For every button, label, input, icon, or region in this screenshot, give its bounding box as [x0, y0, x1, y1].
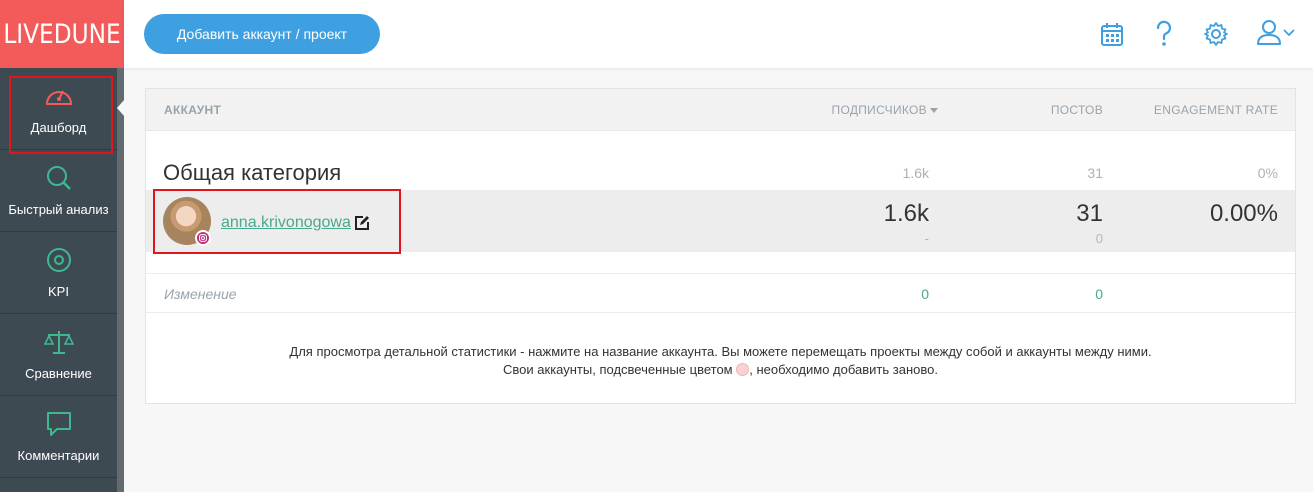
sidebar-item-comparison[interactable]: Сравнение	[0, 314, 117, 396]
sidebar-item-label: Сравнение	[25, 366, 92, 381]
sidebar-nav: Дашборд Быстрый анализ KPI Сравнение Ком…	[0, 68, 117, 478]
scales-icon	[43, 328, 75, 366]
category-subscribers: 1.6k	[902, 165, 929, 181]
change-label: Изменение	[164, 286, 237, 302]
account-posts-change: 0	[1095, 231, 1103, 246]
gear-icon[interactable]	[1202, 20, 1230, 48]
accounts-table-card: АККАУНТ ПОДПИСЧИКОВ ПОСТОВ ENGAGEMENT RA…	[145, 88, 1296, 404]
sidebar-item-label: KPI	[48, 284, 69, 299]
change-subscribers: 0	[921, 286, 929, 302]
active-pointer	[117, 99, 125, 117]
logo[interactable]: LIVEDUNE	[3, 0, 121, 68]
account-engagement: 0.00%	[1209, 200, 1278, 227]
search-icon	[44, 164, 74, 202]
instagram-icon	[195, 230, 211, 246]
table-header: АККАУНТ ПОДПИСЧИКОВ ПОСТОВ ENGAGEMENT RA…	[146, 89, 1295, 131]
account-subscribers-change: -	[924, 231, 929, 246]
edit-icon[interactable]	[354, 215, 370, 236]
sort-down-icon	[930, 108, 938, 114]
sidebar-item-dashboard[interactable]: Дашборд	[0, 68, 117, 154]
help-note: Для просмотра детальной статистики - наж…	[146, 343, 1295, 379]
change-posts: 0	[1095, 286, 1103, 302]
change-row: Изменение 0 0	[146, 274, 1295, 313]
category-title: Общая категория	[163, 160, 342, 185]
calendar-icon[interactable]	[1098, 20, 1126, 48]
category-posts: 31	[1087, 165, 1103, 181]
sidebar-scrollbar[interactable]	[117, 68, 124, 492]
sidebar-item-quick-analysis[interactable]: Быстрый анализ	[0, 150, 117, 232]
column-header-account: АККАУНТ	[164, 103, 222, 117]
user-menu[interactable]	[1254, 18, 1298, 51]
sidebar-item-label: Быстрый анализ	[8, 202, 109, 217]
account-posts: 31	[1076, 200, 1103, 227]
user-icon	[1256, 18, 1282, 51]
sidebar-item-label: Дашборд	[30, 120, 87, 135]
add-account-project-button[interactable]: Добавить аккаунт / проект	[144, 14, 380, 54]
logo-area[interactable]: LIVEDUNE	[0, 0, 124, 68]
sidebar: LIVEDUNE Дашборд Быстрый анализ KPI Срав…	[0, 0, 124, 492]
column-header-subscribers[interactable]: ПОДПИСЧИКОВ	[832, 103, 938, 117]
chat-bubble-icon	[44, 410, 74, 448]
account-subscribers: 1.6k	[883, 200, 929, 227]
column-header-engagement[interactable]: ENGAGEMENT RATE	[1154, 103, 1278, 117]
account-name-link[interactable]: anna.krivonogowa	[221, 214, 351, 232]
table-row[interactable]: anna.krivonogowa 1.6k 31 0.00% - 0	[146, 189, 1295, 254]
help-note-line-2: Свои аккаунты, подсвеченные цветом , нео…	[503, 362, 938, 377]
sidebar-item-kpi[interactable]: KPI	[0, 232, 117, 314]
target-icon	[44, 246, 74, 284]
category-row: Общая категория 1.6k 31 0%	[146, 131, 1295, 190]
speedometer-icon	[44, 82, 74, 120]
sidebar-item-label: Комментарии	[17, 448, 100, 463]
top-header: Добавить аккаунт / проект	[124, 0, 1313, 68]
sidebar-item-comments[interactable]: Комментарии	[0, 396, 117, 478]
help-icon[interactable]	[1150, 20, 1178, 48]
chevron-down-icon	[1282, 25, 1296, 43]
category-engagement: 0%	[1257, 165, 1278, 181]
spacer-row	[146, 252, 1295, 274]
help-note-line-1: Для просмотра детальной статистики - наж…	[289, 344, 1152, 359]
column-header-posts[interactable]: ПОСТОВ	[1051, 103, 1103, 117]
pink-color-swatch	[736, 363, 750, 376]
